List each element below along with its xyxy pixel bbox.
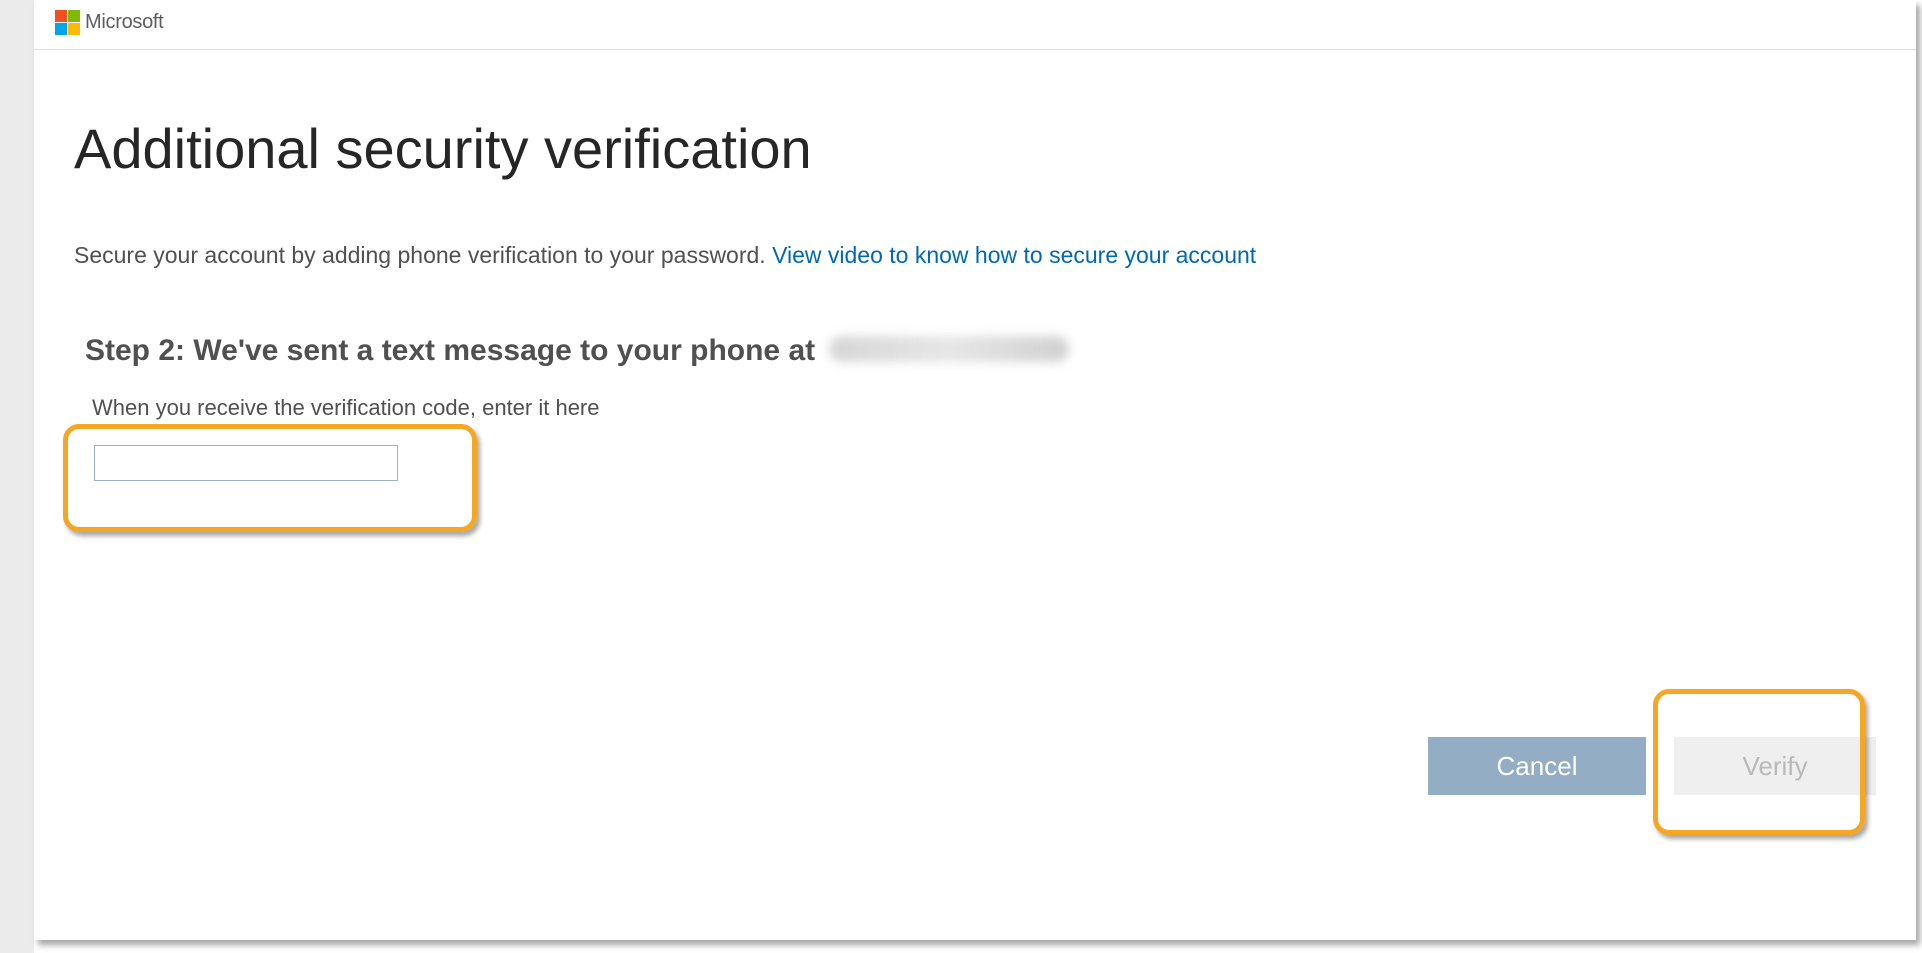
left-gutter: [0, 0, 34, 953]
view-video-link[interactable]: View video to know how to secure your ac…: [772, 242, 1256, 268]
code-label: When you receive the verification code, …: [92, 395, 600, 420]
top-bar: Microsoft: [34, 0, 1916, 50]
phone-number-redacted: [829, 336, 1070, 362]
intro-text: Secure your account by adding phone veri…: [74, 242, 1256, 269]
step-heading: Step 2: We've sent a text message to you…: [85, 334, 1070, 368]
page-title: Additional security verification: [74, 117, 812, 180]
step-heading-text: Step 2: We've sent a text message to you…: [85, 334, 816, 367]
verification-window: Microsoft Additional security verificati…: [34, 0, 1916, 940]
intro-description: Secure your account by adding phone veri…: [74, 242, 766, 268]
verify-button[interactable]: Verify: [1674, 737, 1876, 795]
cancel-button[interactable]: Cancel: [1428, 737, 1646, 795]
screen: Microsoft Additional security verificati…: [0, 0, 1922, 953]
microsoft-logo-icon: [55, 10, 80, 35]
brand-name: Microsoft: [85, 11, 164, 33]
verification-code-input[interactable]: [94, 445, 398, 481]
